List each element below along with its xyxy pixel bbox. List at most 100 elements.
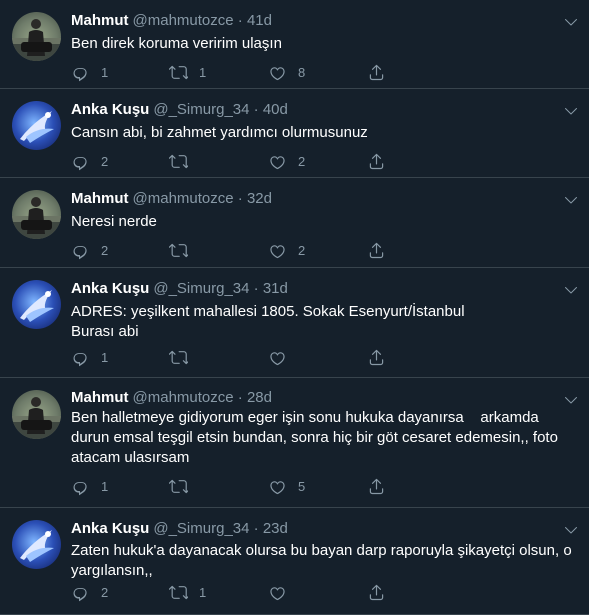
tweet-actions: 21	[71, 582, 391, 602]
share-button[interactable]	[367, 476, 386, 496]
reply-button[interactable]: 1	[71, 476, 108, 496]
reply-count: 1	[101, 478, 109, 494]
retweet-button[interactable]	[169, 476, 188, 496]
display-name[interactable]: Mahmut	[71, 12, 129, 29]
retweet-count: 1	[199, 584, 207, 600]
separator-dot: ·	[237, 389, 243, 406]
reply-icon	[71, 583, 90, 602]
timestamp[interactable]: 28d	[247, 389, 272, 406]
share-button[interactable]	[367, 240, 386, 260]
share-icon	[367, 63, 386, 82]
separator-dot: ·	[253, 280, 259, 297]
tweet[interactable]: Anka Kuşu @_Simurg_34 · 40d Cansın abi, bi…	[0, 89, 589, 178]
tweet-actions: 1 1 8	[71, 62, 391, 82]
display-name[interactable]: Anka Kuşu	[71, 101, 149, 118]
tweet[interactable]: Mahmut @mahmutozce · 41d Ben direk koruma …	[0, 0, 589, 89]
reply-count: 1	[101, 349, 109, 365]
separator-dot: ·	[237, 12, 243, 29]
reply-icon	[71, 241, 90, 260]
retweet-button[interactable]	[169, 347, 188, 367]
like-button[interactable]: 5	[268, 476, 305, 496]
tweet[interactable]: Mahmut @mahmutozce · 32d Neresi nerde 2 2	[0, 178, 589, 268]
avatar[interactable]	[12, 390, 61, 439]
user-handle[interactable]: @mahmutozce	[133, 12, 234, 29]
user-handle[interactable]: @mahmutozce	[133, 389, 234, 406]
display-name[interactable]: Mahmut	[71, 389, 129, 406]
share-icon	[367, 583, 386, 602]
tweet-text: Neresi nerde	[71, 213, 157, 230]
tweet[interactable]: Mahmut @mahmutozce · 28d Ben halletmeye gi…	[0, 378, 589, 508]
reply-count: 2	[101, 242, 109, 258]
display-name[interactable]: Anka Kuşu	[71, 520, 149, 537]
timestamp[interactable]: 31d	[263, 280, 288, 297]
more-options-button[interactable]	[563, 282, 579, 298]
reply-icon	[71, 63, 90, 82]
retweet-button[interactable]: 1	[169, 62, 206, 82]
share-button[interactable]	[367, 151, 386, 171]
like-icon	[268, 152, 287, 171]
user-handle[interactable]: @mahmutozce	[133, 190, 234, 207]
display-name[interactable]: Anka Kuşu	[71, 280, 149, 297]
tweet[interactable]: Anka Kuşu @_Simurg_34 · 31d ADRES: yeşilke…	[0, 268, 589, 378]
reply-count: 2	[101, 153, 109, 169]
retweet-button[interactable]: 1	[169, 582, 206, 602]
like-count: 8	[298, 64, 306, 80]
like-button[interactable]	[268, 347, 287, 367]
like-icon	[268, 63, 287, 82]
user-handle[interactable]: @_Simurg_34	[153, 101, 249, 118]
reply-button[interactable]: 2	[71, 151, 108, 171]
tweet-text: Zaten hukuk'a dayanacak olursa bu bayan …	[71, 542, 576, 579]
tweet-actions: 22	[71, 240, 391, 260]
separator-dot: ·	[253, 520, 259, 537]
share-button[interactable]	[367, 582, 386, 602]
avatar[interactable]	[12, 12, 61, 61]
avatar[interactable]	[12, 101, 61, 150]
more-options-button[interactable]	[563, 14, 579, 30]
tweet-text: Cansın abi, bi zahmet yardımcı olurmusun…	[71, 124, 368, 141]
more-options-button[interactable]	[563, 392, 579, 408]
reply-button[interactable]: 2	[71, 240, 108, 260]
like-count: 5	[298, 478, 306, 494]
reply-button[interactable]: 1	[71, 347, 108, 367]
reply-icon	[71, 477, 90, 496]
avatar[interactable]	[12, 280, 61, 329]
tweet-header: Mahmut @mahmutozce · 41d	[71, 11, 272, 31]
like-button[interactable]: 8	[268, 62, 305, 82]
tweet-text: Ben direk koruma veririm ulaşın	[71, 35, 282, 52]
user-handle[interactable]: @_Simurg_34	[153, 280, 249, 297]
like-count: 2	[298, 153, 306, 169]
share-button[interactable]	[367, 62, 386, 82]
chevron-down-icon	[563, 192, 579, 208]
avatar[interactable]	[12, 520, 61, 569]
share-icon	[367, 477, 386, 496]
tweet-header: Anka Kuşu @_Simurg_34 · 31d	[71, 279, 288, 299]
like-button[interactable]: 2	[268, 240, 305, 260]
timestamp[interactable]: 32d	[247, 190, 272, 207]
chevron-down-icon	[563, 522, 579, 538]
tweet-header: Mahmut @mahmutozce · 32d	[71, 189, 272, 209]
retweet-button[interactable]	[169, 151, 188, 171]
retweet-icon	[169, 63, 188, 82]
tweet[interactable]: Anka Kuşu @_Simurg_34 · 23d Zaten hukuk'a …	[0, 508, 589, 615]
more-options-button[interactable]	[563, 103, 579, 119]
like-count: 2	[298, 242, 306, 258]
avatar[interactable]	[12, 190, 61, 239]
like-button[interactable]	[268, 582, 287, 602]
reply-button[interactable]: 1	[71, 62, 108, 82]
separator-dot: ·	[253, 101, 259, 118]
timestamp[interactable]: 40d	[263, 101, 288, 118]
reply-button[interactable]: 2	[71, 582, 108, 602]
display-name[interactable]: Mahmut	[71, 190, 129, 207]
like-icon	[268, 348, 287, 367]
timestamp[interactable]: 41d	[247, 12, 272, 29]
timestamp[interactable]: 23d	[263, 520, 288, 537]
more-options-button[interactable]	[563, 192, 579, 208]
chevron-down-icon	[563, 14, 579, 30]
like-button[interactable]: 2	[268, 151, 305, 171]
more-options-button[interactable]	[563, 522, 579, 538]
retweet-button[interactable]	[169, 240, 188, 260]
user-handle[interactable]: @_Simurg_34	[153, 520, 249, 537]
tweet-header: Anka Kuşu @_Simurg_34 · 23d	[71, 519, 288, 539]
share-icon	[367, 152, 386, 171]
share-button[interactable]	[367, 347, 386, 367]
